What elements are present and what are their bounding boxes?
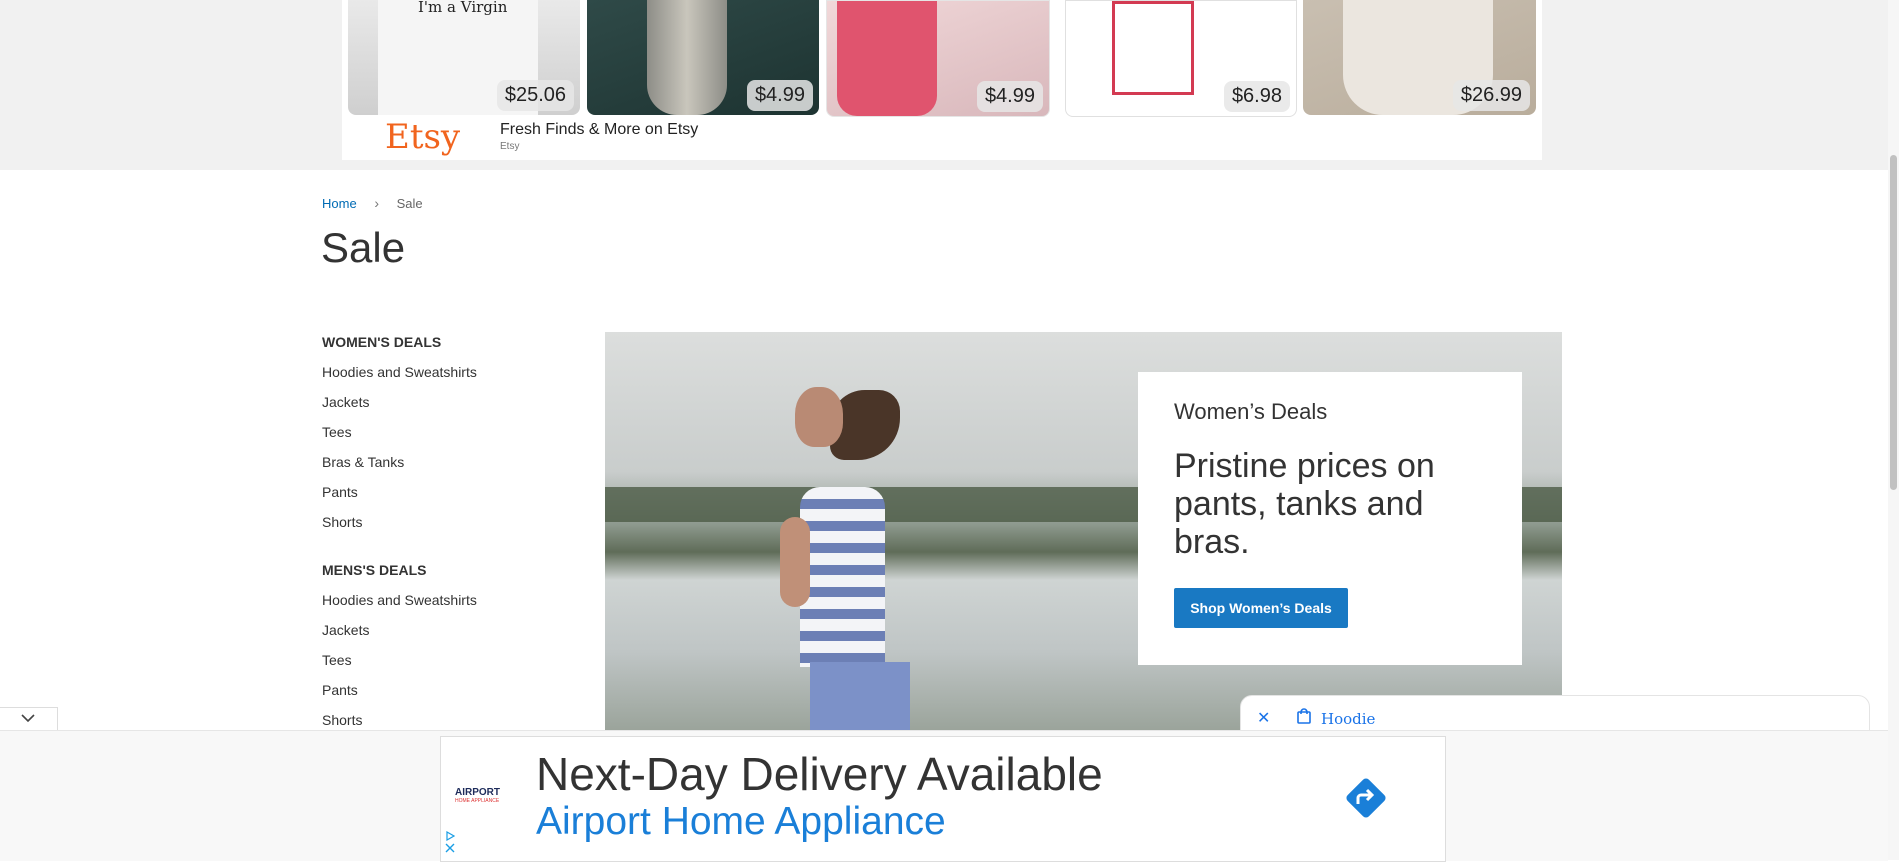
chip-label[interactable]: Hoodie: [1321, 710, 1375, 728]
chevron-down-icon: [21, 714, 35, 723]
airport-home-appliance-ad[interactable]: AIRPORT HOME APPLIANCE Next-Day Delivery…: [440, 736, 1446, 862]
advertiser-logo-sub: HOME APPLIANCE: [455, 798, 500, 804]
breadcrumb-separator-icon: ›: [374, 195, 379, 211]
product-price: $6.98: [1223, 81, 1290, 112]
advertiser-logo-text: AIRPORT: [455, 787, 500, 798]
etsy-ad-title[interactable]: Fresh Finds & More on Etsy: [500, 121, 698, 139]
promo-eyebrow: Women’s Deals: [1174, 399, 1328, 424]
sidebar-item-mens-jackets[interactable]: Jackets: [322, 620, 562, 650]
sale-sidebar: WOMEN'S DEALS Hoodies and Sweatshirts Ja…: [322, 332, 562, 740]
etsy-product-1[interactable]: I'm a Virgin $25.06: [348, 0, 580, 115]
etsy-product-4[interactable]: $6.98: [1065, 0, 1297, 117]
etsy-product-2[interactable]: $4.99: [587, 0, 819, 115]
sidebar-item-womens-bras-tanks[interactable]: Bras & Tanks: [322, 452, 562, 482]
advertiser-logo: AIRPORT HOME APPLIANCE: [455, 787, 500, 804]
etsy-logo[interactable]: Etsy: [385, 117, 460, 157]
close-icon[interactable]: ✕: [1257, 708, 1270, 728]
shirt-print-text: I'm a Virgin: [418, 0, 508, 16]
sidebar-item-womens-tees[interactable]: Tees: [322, 422, 562, 452]
etsy-product-3[interactable]: $4.99: [826, 0, 1050, 117]
collapse-toggle[interactable]: [0, 707, 58, 730]
product-price: $25.06: [496, 80, 574, 111]
scrollbar-thumb[interactable]: [1890, 155, 1897, 490]
product-price: $4.99: [746, 80, 813, 111]
page-scrollbar[interactable]: [1888, 0, 1899, 860]
shop-womens-deals-button[interactable]: Shop Women’s Deals: [1174, 588, 1348, 628]
promo-headline: Pristine prices on pants, tanks and bras…: [1174, 447, 1435, 561]
breadcrumb: Home › Sale: [322, 195, 423, 211]
adchoices-icon[interactable]: [445, 831, 455, 841]
runner-leggings: [810, 662, 910, 732]
ad-close-icon[interactable]: [445, 843, 455, 853]
product-image: [1112, 1, 1194, 95]
mens-deals-heading: MENS'S DEALS: [322, 562, 427, 578]
sidebar-item-womens-hoodies[interactable]: Hoodies and Sweatshirts: [322, 362, 562, 392]
product-price: $4.99: [976, 81, 1043, 112]
sidebar-item-womens-pants[interactable]: Pants: [322, 482, 562, 512]
breadcrumb-current: Sale: [396, 196, 423, 211]
product-price: $26.99: [1452, 80, 1530, 111]
sidebar-item-womens-jackets[interactable]: Jackets: [322, 392, 562, 422]
directions-arrow-icon[interactable]: [1341, 773, 1391, 823]
etsy-ad-advertiser: Etsy: [500, 141, 520, 152]
page-title: Sale: [321, 224, 406, 271]
womens-deals-promo-card: Women’s Deals Pristine prices on pants, …: [1138, 372, 1522, 665]
etsy-product-5[interactable]: $26.99: [1303, 0, 1536, 115]
runner-striped-tank: [800, 487, 885, 667]
product-image: [647, 0, 727, 115]
womens-deals-heading: WOMEN'S DEALS: [322, 334, 442, 350]
runner-arm: [780, 517, 810, 607]
ad-headline[interactable]: Next-Day Delivery Available: [536, 747, 1103, 801]
sidebar-item-womens-shorts[interactable]: Shorts: [322, 512, 562, 542]
shopping-bag-icon: [1297, 708, 1311, 724]
top-ad-banner: I'm a Virgin $25.06 $4.99 $4.99 $6.98 $2…: [0, 0, 1888, 170]
sidebar-item-mens-hoodies[interactable]: Hoodies and Sweatshirts: [322, 590, 562, 620]
sidebar-item-mens-tees[interactable]: Tees: [322, 650, 562, 680]
product-image: [837, 1, 937, 116]
runner-head: [795, 387, 843, 447]
sidebar-item-mens-pants[interactable]: Pants: [322, 680, 562, 710]
ad-brand-name[interactable]: Airport Home Appliance: [536, 800, 946, 844]
breadcrumb-home-link[interactable]: Home: [322, 196, 357, 211]
